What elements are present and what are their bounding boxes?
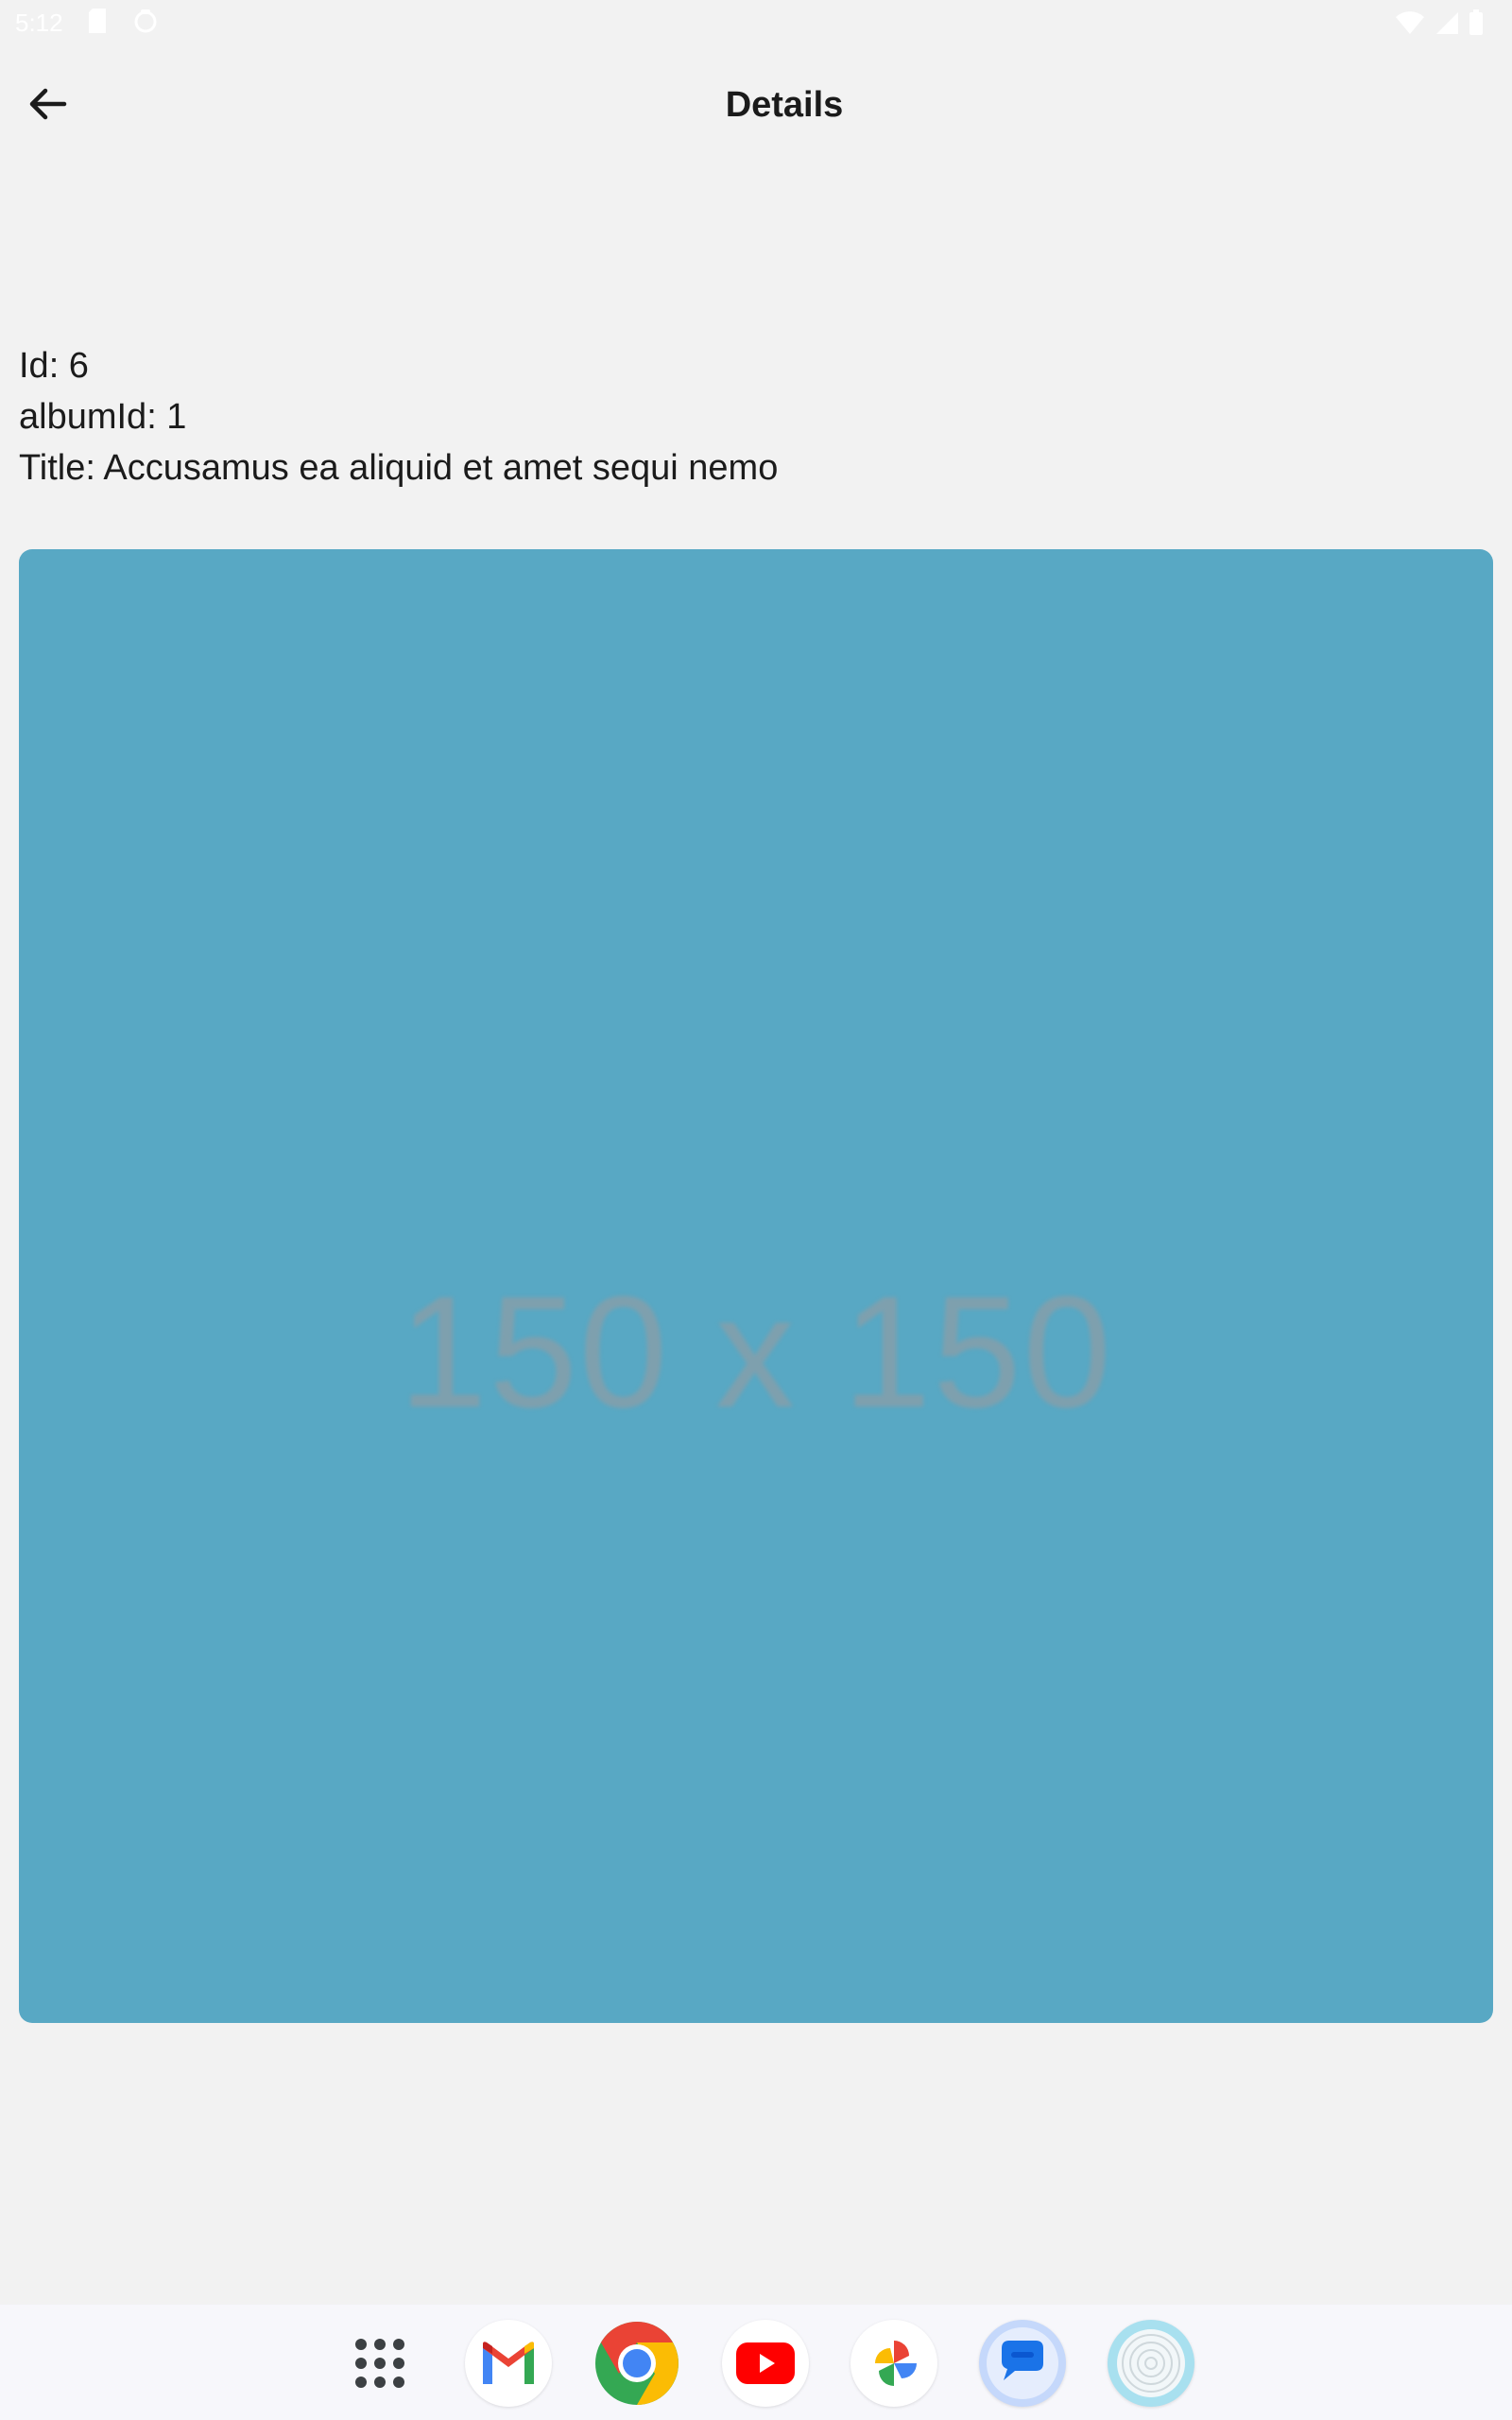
target-app[interactable] [1108,2320,1194,2407]
photos-pinwheel-icon [875,2341,917,2386]
chrome-icon [595,2322,679,2405]
photo-title-text: Title: Accusamus ea aliquid et amet sequ… [19,448,779,488]
youtube-icon [736,2342,795,2384]
photos-app[interactable] [850,2320,937,2407]
youtube-app[interactable] [722,2320,809,2407]
wifi-icon [1396,11,1424,34]
notification-circle-icon [134,9,157,33]
messages-app[interactable] [979,2320,1066,2407]
app-bar: Details [0,57,1512,151]
album-id-text: albumId: 1 [19,397,187,437]
signal-icon [1436,12,1458,34]
messages-icon [987,2327,1058,2399]
status-bar: 5:12 [0,0,1512,47]
chrome-app[interactable] [593,2320,680,2407]
status-time: 5:12 [15,9,63,37]
page-title: Details [725,85,844,125]
sd-card-icon [89,9,106,33]
grid-dots-icon [355,2339,404,2388]
app-drawer-button[interactable] [336,2320,423,2407]
battery-icon [1469,9,1483,35]
photo-placeholder-label: 150 x 150 [399,1263,1113,1441]
details-section: Id: 6 albumId: 1 Title: Accusamus ea ali… [19,340,778,493]
photo-image: 150 x 150 [19,549,1493,2023]
gmail-app[interactable] [465,2320,552,2407]
photo-id-text: Id: 6 [19,346,89,386]
dock [0,2305,1512,2420]
target-circle-icon [1117,2329,1185,2397]
gmail-icon [483,2342,534,2384]
